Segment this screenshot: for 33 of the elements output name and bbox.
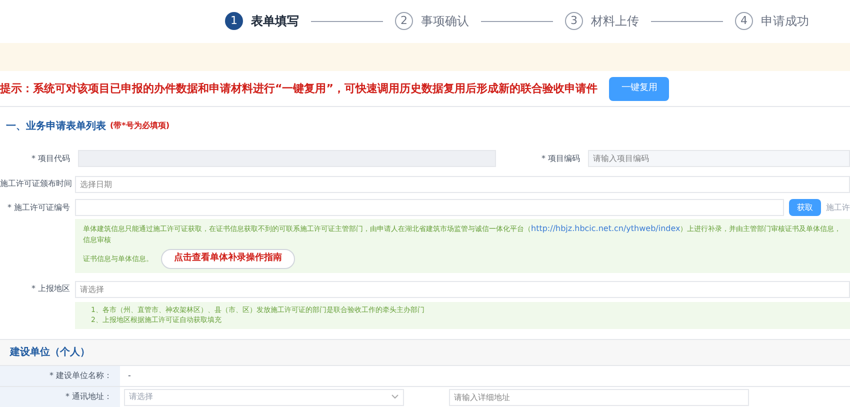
step-number: 2 [395,12,413,30]
field-label: * 施工许可证编号 [6,202,70,214]
guide-button[interactable]: 点击查看单体补录操作指南 [161,249,295,269]
step-number: 4 [735,12,753,30]
select-placeholder: 请选择 [129,391,153,404]
step-number: 1 [225,12,243,30]
project-number-field[interactable]: 请输入项目编码 [588,150,850,168]
address-select[interactable]: 请选择 [124,388,404,406]
step-label: 材料上传 [591,13,639,30]
permit-number-field[interactable] [75,199,784,216]
chevron-icon [391,394,399,400]
address-field[interactable]: 请输入详细地址 [449,388,749,406]
date-field[interactable]: 选择日期 [75,176,850,193]
step-label: 事项确认 [421,13,469,30]
section-title: 建设单位（个人） [10,346,90,360]
region-select[interactable]: 请选择 [75,280,850,298]
step-label: 申请成功 [761,13,809,30]
required-note: (带*号为必填项) [110,120,170,132]
field-label: 施工许可证颁布时间 [0,178,70,190]
fetch-button[interactable]: 获取 [789,199,821,216]
field-label: * 项目代码 [30,152,70,165]
section-title: 一、业务申请表单列表 [6,120,106,134]
step-number: 3 [565,12,583,30]
permit-hint: 施工许 [826,202,850,214]
tip-text: 提示：系统可对该项目已申报的办件数据和申请材料进行“一键复用”，可快速调用历史数据复用后形成新的联合验收申请件 [0,80,598,97]
field-label: * 上报地区 [30,283,70,296]
field-label: * 通讯地址： [0,387,120,407]
reuse-button[interactable]: 一键复用 [609,77,670,101]
step-label: 表单填写 [251,13,299,30]
field-label: * 建设单位名称： [0,366,120,386]
platform-link[interactable]: http://hbjz.hbcic.net.cn/ythweb/index [531,224,680,234]
field-value: - [127,370,131,382]
field-label: * 项目编码 [540,152,580,165]
